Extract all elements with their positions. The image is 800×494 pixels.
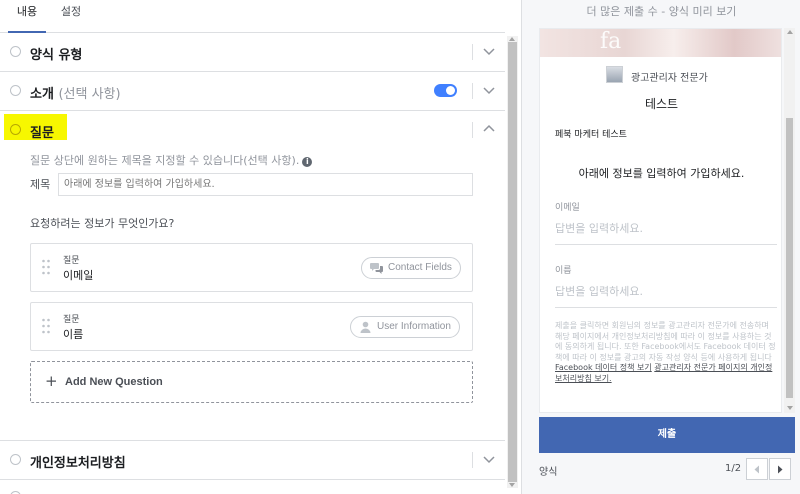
intro-label: 소개 [30,87,54,102]
radio-questions[interactable] [10,124,21,135]
divider [472,452,473,468]
preview-header: 더 많은 제출 수 - 양식 미리 보기 [586,5,737,18]
form-intro-text: 아래에 정보를 입력하여 가입하세요. [578,167,745,180]
disclaimer-text: 제출을 클릭하면 회원님의 정보를 광고관리자 전문가에 전송하며 해당 페이지… [555,321,777,384]
info-icon[interactable]: i [302,157,313,167]
person-icon [360,321,371,333]
scrollbar-thumb[interactable] [508,42,517,482]
chevron-left-icon [754,465,759,474]
plus-icon: + [45,372,58,390]
chevron-down-icon[interactable] [482,45,496,59]
tab-content[interactable]: 내용 [8,0,46,33]
submit-button[interactable]: 제출 [539,417,795,453]
field-label-name: 이름 [555,266,572,276]
field-label-email: 이메일 [555,203,580,213]
chevron-down-icon[interactable] [482,84,496,98]
questions-prompt: 요청하려는 정보가 무엇인가요? [30,217,175,230]
preview-form-card: fa 광고관리자 전문가 테스트 페북 마케터 테스트 아래에 정보를 입력하여… [539,28,782,413]
section-form-type[interactable]: 양식 유형 [0,33,505,72]
preview-footer-label: 양식 [539,467,558,478]
editor-tabs: 내용 설정 [0,0,505,33]
question-card-name[interactable]: 질문 이름 User Information [30,302,473,351]
name-field[interactable]: 답변을 입력하세요. [555,283,777,308]
form-preview-panel: 더 많은 제출 수 - 양식 미리 보기 fa 광고관리자 전문가 테스트 페북… [521,0,800,494]
scroll-down-icon[interactable] [509,483,515,487]
title-field-label: 제목 [30,178,51,191]
divider [472,122,473,138]
prev-page-button[interactable] [746,458,768,480]
chevron-right-icon [778,465,783,474]
scroll-up-icon[interactable] [787,30,793,34]
title-input[interactable] [58,173,473,196]
avatar [606,66,623,83]
email-field[interactable]: 답변을 입력하세요. [555,220,777,245]
add-new-question-button[interactable]: + Add New Question [30,361,473,403]
cover-image: fa [540,29,781,57]
section-title-form-type: 양식 유형 [30,48,83,63]
radio-privacy[interactable] [10,454,21,465]
tab-settings[interactable]: 설정 [56,0,86,33]
disclaimer-body: 제출을 클릭하면 회원님의 정보를 광고관리자 전문가에 전송하며 해당 페이지… [555,321,776,362]
section-title-questions[interactable]: 질문 [30,122,54,141]
form-headline: 페북 마케터 테스트 [555,130,627,140]
divider [472,44,473,60]
question-label: 질문 [63,315,80,325]
user-information-button[interactable]: User Information [350,316,460,338]
section-intro[interactable]: 소개 (선택 사항) [0,72,505,111]
pill-label: User Information [377,321,451,332]
question-value: 이메일 [63,269,94,282]
question-label: 질문 [63,256,80,266]
section-title-privacy: 개인정보처리방침 [30,456,126,471]
help-text: 질문 상단에 원하는 제목을 지정할 수 있습니다(선택 사항). [30,154,300,167]
cover-deco: fa [600,29,622,54]
scrollbar-thumb[interactable] [786,118,793,398]
chevron-down-icon[interactable] [482,453,496,467]
pill-label: Contact Fields [388,262,452,273]
form-title: 테스트 [644,97,679,111]
section-privacy[interactable]: 개인정보처리방침 [0,441,505,480]
drag-handle-icon[interactable] [41,318,51,334]
page-indicator: 1/2 [725,463,742,474]
question-card-email[interactable]: 질문 이메일 Contact Fields [30,243,473,292]
next-page-button[interactable] [769,458,791,480]
add-question-label: Add New Question [65,376,163,388]
chevron-up-icon[interactable] [482,121,496,135]
divider [472,83,473,99]
chat-bubbles-icon [370,263,383,274]
optional-label: (선택 사항) [58,87,121,102]
data-policy-link[interactable]: Facebook 데이터 정책 보기 [555,363,652,372]
question-value: 이름 [63,328,84,341]
questions-help-text: 질문 상단에 원하는 제목을 지정할 수 있습니다(선택 사항). i [30,152,313,168]
drag-handle-icon[interactable] [41,259,51,275]
editor-scrollbar[interactable] [507,36,518,488]
radio-intro[interactable] [10,85,21,96]
form-editor-panel: 내용 설정 양식 유형 소개 (선택 사항) 질문 질문 상단에 원하는 제목을… [0,0,520,494]
intro-toggle[interactable] [434,84,457,97]
scroll-up-icon[interactable] [509,37,515,41]
section-title-intro: 소개 (선택 사항) [30,83,121,102]
business-name: 광고관리자 전문가 [631,73,708,84]
scroll-down-icon[interactable] [787,406,793,410]
radio-form-type[interactable] [10,46,21,57]
preview-scrollbar[interactable] [784,28,795,413]
contact-fields-button[interactable]: Contact Fields [361,257,461,279]
